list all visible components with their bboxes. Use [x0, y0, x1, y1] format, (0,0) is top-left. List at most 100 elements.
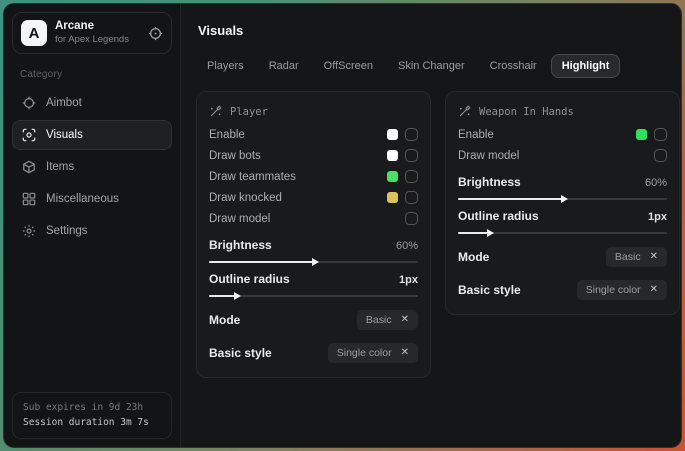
color-swatch[interactable]	[636, 129, 647, 140]
color-swatch[interactable]	[387, 192, 398, 203]
mode-tag[interactable]: Basic ✕	[357, 310, 418, 330]
tab-radar[interactable]: Radar	[258, 54, 310, 78]
select-label: Mode	[209, 313, 240, 327]
tag-text: Basic	[366, 314, 392, 326]
basic-style-tag[interactable]: Single color ✕	[577, 280, 667, 300]
toggle-label: Draw knocked	[209, 192, 380, 204]
panel-title: Player	[230, 106, 268, 118]
sidebar: A Arcane for Apex Legends Category Aimbo…	[4, 4, 181, 447]
brightness-slider-block: Brightness 60%	[209, 238, 418, 263]
toggle-label: Enable	[458, 129, 629, 141]
remove-tag-icon[interactable]: ✕	[401, 315, 409, 325]
sidebar-item-miscellaneous[interactable]: Miscellaneous	[12, 184, 172, 214]
weapon-in-hands-panel: Weapon In Hands Enable Draw model Bright…	[445, 91, 680, 315]
slider-label: Outline radius	[209, 272, 290, 286]
cube-icon	[22, 160, 36, 174]
color-swatch[interactable]	[387, 129, 398, 140]
slider-thumb[interactable]	[312, 258, 319, 266]
brightness-slider[interactable]	[458, 198, 667, 200]
player-panel-header: Player	[209, 105, 418, 118]
player-panel: Player Enable Draw bots Draw teammates	[196, 91, 431, 378]
outline-radius-slider[interactable]	[458, 232, 667, 234]
slider-label: Brightness	[209, 238, 272, 252]
enable-checkbox[interactable]	[405, 128, 418, 141]
mode-tag[interactable]: Basic ✕	[606, 247, 667, 267]
sidebar-item-label: Settings	[46, 225, 88, 237]
slider-thumb[interactable]	[487, 229, 494, 237]
draw-model-checkbox[interactable]	[405, 212, 418, 225]
panel-title: Weapon In Hands	[479, 106, 574, 118]
tab-offscreen[interactable]: OffScreen	[313, 54, 384, 78]
wand-icon	[458, 105, 471, 118]
tag-text: Single color	[586, 284, 641, 296]
tag-text: Basic	[615, 251, 641, 263]
subscription-info-box: Sub expires in 9d 23h Session duration 3…	[12, 392, 172, 439]
app-logo: A	[21, 20, 47, 46]
session-duration-text: Session duration 3m 7s	[23, 415, 161, 430]
main-content: Visuals Players Radar OffScreen Skin Cha…	[181, 4, 682, 447]
gear-icon	[22, 224, 36, 238]
sidebar-item-label: Items	[46, 161, 74, 173]
sidebar-item-label: Miscellaneous	[46, 193, 119, 205]
tab-bar: Players Radar OffScreen Skin Changer Cro…	[196, 54, 680, 78]
slider-value: 60%	[645, 177, 667, 189]
sidebar-item-visuals[interactable]: Visuals	[12, 120, 172, 150]
draw-knocked-checkbox[interactable]	[405, 191, 418, 204]
slider-value: 1px	[399, 274, 418, 286]
panels-area: Player Enable Draw bots Draw teammates	[196, 91, 680, 378]
eye-scan-icon	[22, 128, 36, 142]
sub-expires-text: Sub expires in 9d 23h	[23, 400, 161, 415]
outline-radius-slider-block: Outline radius 1px	[209, 272, 418, 297]
draw-bots-checkbox[interactable]	[405, 149, 418, 162]
select-label: Basic style	[209, 346, 272, 360]
sidebar-item-items[interactable]: Items	[12, 152, 172, 182]
basic-style-select-row: Basic style Single color ✕	[458, 280, 667, 300]
category-label: Category	[20, 69, 164, 80]
select-label: Mode	[458, 250, 489, 264]
sidebar-item-label: Visuals	[46, 129, 83, 141]
remove-tag-icon[interactable]: ✕	[401, 348, 409, 358]
app-window: A Arcane for Apex Legends Category Aimbo…	[3, 3, 682, 448]
slider-thumb[interactable]	[234, 292, 241, 300]
toggle-row-draw-model: Draw model	[458, 145, 667, 166]
slider-label: Outline radius	[458, 209, 539, 223]
toggle-row-draw-teammates: Draw teammates	[209, 166, 418, 187]
toggle-label: Draw bots	[209, 150, 380, 162]
color-swatch[interactable]	[387, 150, 398, 161]
remove-tag-icon[interactable]: ✕	[650, 285, 658, 295]
brightness-slider[interactable]	[209, 261, 418, 263]
select-label: Basic style	[458, 283, 521, 297]
slider-thumb[interactable]	[561, 195, 568, 203]
tab-players[interactable]: Players	[196, 54, 255, 78]
enable-checkbox[interactable]	[654, 128, 667, 141]
toggle-row-enable: Enable	[458, 124, 667, 145]
app-titles: Arcane for Apex Legends	[55, 20, 140, 46]
page-title: Visuals	[198, 23, 680, 38]
toggle-row-enable: Enable	[209, 124, 418, 145]
slider-value: 1px	[648, 211, 667, 223]
basic-style-select-row: Basic style Single color ✕	[209, 343, 418, 363]
tab-crosshair[interactable]: Crosshair	[479, 54, 548, 78]
draw-model-checkbox[interactable]	[654, 149, 667, 162]
app-subtitle: for Apex Legends	[55, 33, 140, 46]
outline-radius-slider[interactable]	[209, 295, 418, 297]
sidebar-item-aimbot[interactable]: Aimbot	[12, 88, 172, 118]
sidebar-item-settings[interactable]: Settings	[12, 216, 172, 246]
color-swatch[interactable]	[387, 171, 398, 182]
toggle-row-draw-bots: Draw bots	[209, 145, 418, 166]
remove-tag-icon[interactable]: ✕	[650, 252, 658, 262]
app-name: Arcane	[55, 20, 140, 33]
toggle-label: Draw teammates	[209, 171, 380, 183]
basic-style-tag[interactable]: Single color ✕	[328, 343, 418, 363]
draw-teammates-checkbox[interactable]	[405, 170, 418, 183]
app-header-card: A Arcane for Apex Legends	[12, 12, 172, 54]
crosshair-icon	[22, 96, 36, 110]
toggle-label: Draw model	[458, 150, 647, 162]
mode-select-row: Mode Basic ✕	[209, 310, 418, 330]
weapon-panel-header: Weapon In Hands	[458, 105, 667, 118]
tab-skin-changer[interactable]: Skin Changer	[387, 54, 476, 78]
target-icon[interactable]	[148, 26, 163, 41]
tab-highlight[interactable]: Highlight	[551, 54, 621, 78]
slider-label: Brightness	[458, 175, 521, 189]
sidebar-item-label: Aimbot	[46, 97, 82, 109]
